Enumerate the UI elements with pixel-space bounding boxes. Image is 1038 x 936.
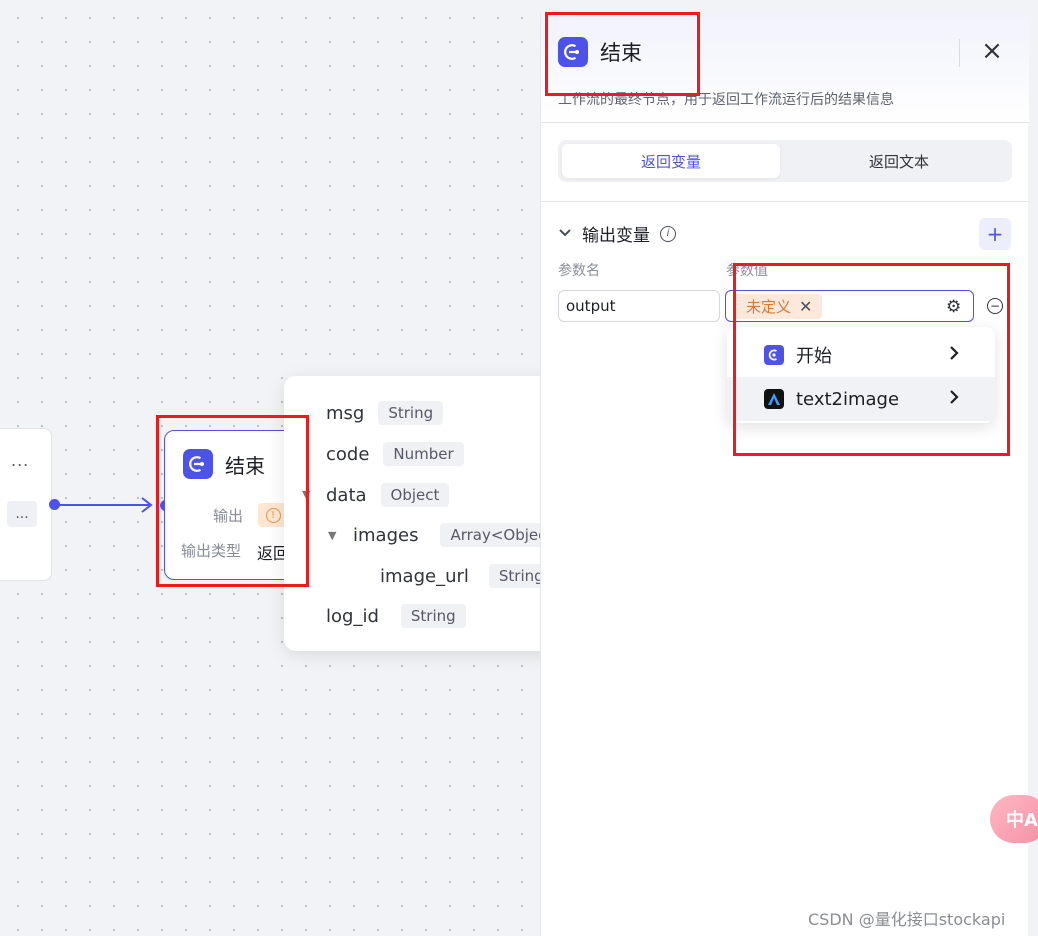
tree-item-image-url[interactable]: image_url String — [380, 561, 554, 591]
end-node-icon — [558, 37, 588, 67]
tree-item-code[interactable]: code Number — [326, 439, 464, 469]
clear-icon[interactable]: ✕ — [799, 297, 812, 316]
dropdown-item-text2image[interactable]: text2image — [727, 377, 995, 421]
tab-return-variable[interactable]: 返回变量 — [562, 144, 780, 178]
previous-node[interactable]: ... ... — [0, 428, 52, 581]
output-variables-header[interactable]: 输出变量 i — [558, 221, 676, 246]
section-divider — [541, 201, 1029, 202]
type-tag: Object — [380, 483, 450, 507]
param-name-input[interactable] — [558, 290, 720, 322]
panel-header: 结束 × 工作流的最终节点，用于返回工作流运行后的结果信息 — [541, 13, 1029, 123]
gear-icon[interactable]: ⚙ — [946, 297, 961, 317]
warning-icon: ! — [265, 507, 281, 523]
text2image-plugin-icon — [764, 389, 784, 409]
watermark: CSDN @量化接口stockapi — [808, 910, 1006, 929]
expand-caret-icon[interactable]: ▼ — [328, 529, 336, 542]
connection-line — [58, 497, 153, 513]
type-tag: String — [378, 401, 444, 425]
header-divider — [959, 39, 960, 67]
tree-item-log-id[interactable]: log_id String — [326, 601, 466, 631]
remove-variable-icon[interactable]: − — [987, 298, 1003, 314]
output-label: 输出 — [213, 507, 244, 525]
more-button[interactable]: ... — [7, 501, 37, 527]
dropdown-item-start[interactable]: 开始 — [727, 333, 995, 377]
add-variable-button[interactable]: + — [979, 218, 1011, 250]
more-icon[interactable]: ... — [11, 451, 29, 470]
translate-badge[interactable]: 中A — [990, 795, 1038, 843]
param-value-select[interactable]: 未定义 ✕ ⚙ — [725, 290, 974, 322]
expand-caret-icon[interactable]: ▼ — [302, 488, 310, 501]
return-mode-segmented: 返回变量 返回文本 — [558, 140, 1012, 182]
tree-item-data[interactable]: data Object — [326, 480, 450, 510]
end-node-icon — [183, 449, 213, 479]
output-type-label: 输出类型 — [181, 542, 242, 560]
type-tag: Number — [383, 442, 464, 466]
tree-item-msg[interactable]: msg String — [326, 398, 444, 428]
type-tag: String — [400, 604, 466, 628]
end-node-settings-panel: 结束 × 工作流的最终节点，用于返回工作流运行后的结果信息 返回变量 返回文本 … — [540, 13, 1029, 936]
variable-source-dropdown: 开始 text2image — [727, 327, 995, 423]
tab-return-text[interactable]: 返回文本 — [790, 144, 1008, 178]
param-name-label: 参数名 — [558, 263, 600, 279]
chevron-down-icon[interactable] — [558, 226, 572, 242]
info-icon[interactable]: i — [660, 225, 676, 242]
undefined-tag: 未定义 ✕ — [734, 294, 823, 319]
end-node-title: 结束 — [225, 453, 265, 478]
chevron-right-icon — [949, 345, 959, 366]
chevron-right-icon — [949, 389, 959, 410]
panel-title[interactable]: 结束 — [600, 37, 642, 67]
output-variables-title: 输出变量 — [582, 226, 650, 246]
close-icon[interactable]: × — [977, 37, 1007, 67]
panel-description: 工作流的最终节点，用于返回工作流运行后的结果信息 — [558, 92, 894, 108]
param-value-label: 参数值 — [726, 263, 768, 279]
start-node-icon — [764, 345, 784, 365]
